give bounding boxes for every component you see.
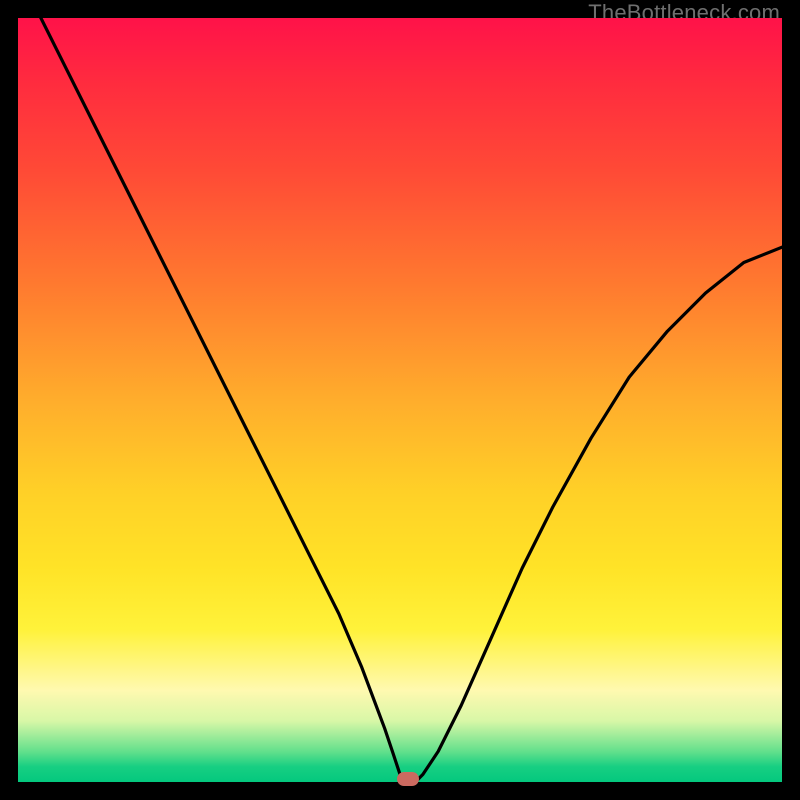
chart-frame: TheBottleneck.com <box>0 0 800 800</box>
curve-path <box>18 18 782 782</box>
bottleneck-curve <box>18 18 782 782</box>
plot-area <box>18 18 782 782</box>
optimal-marker <box>397 772 419 786</box>
